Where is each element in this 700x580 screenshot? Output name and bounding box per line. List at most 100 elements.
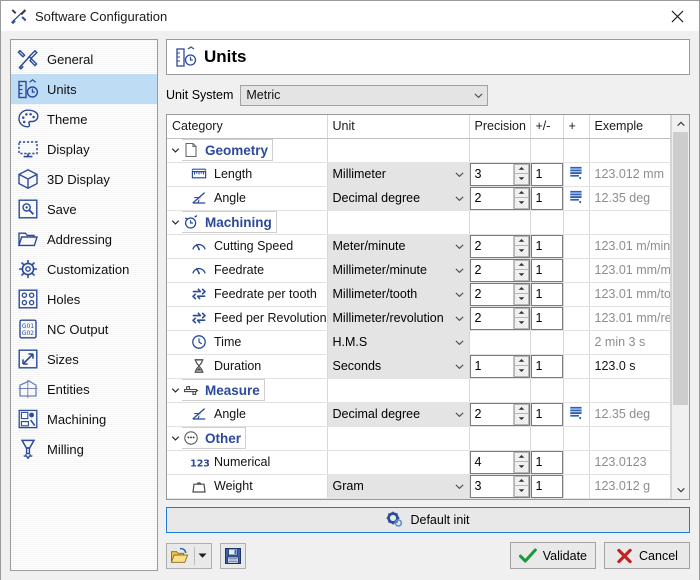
plus-lines-icon[interactable] — [568, 164, 585, 184]
plusminus-field[interactable]: 1 — [531, 475, 563, 498]
plusminus-field[interactable]: 1 — [531, 403, 563, 426]
default-init-button[interactable]: Default init — [166, 507, 690, 533]
col-header-category[interactable]: Category — [167, 115, 327, 138]
unit-select[interactable]: Meter/minute — [328, 235, 469, 258]
table-row[interactable]: 123Numerical41123.0123 — [167, 450, 671, 474]
sidebar-item-machining[interactable]: Machining — [11, 404, 157, 434]
precision-stepper[interactable]: 3 — [470, 163, 530, 186]
col-header-exemple[interactable]: Exemple — [589, 115, 671, 138]
unit-cell[interactable]: Decimal degree — [327, 402, 469, 426]
group-category-cell[interactable]: Machining — [167, 210, 327, 234]
sidebar-item-units[interactable]: Units — [11, 74, 157, 104]
table-row[interactable]: FeedrateMillimeter/minute21123.01 mm/min — [167, 258, 671, 282]
sidebar-item-customization[interactable]: Customization — [11, 254, 157, 284]
expand-collapse-toggle[interactable] — [169, 432, 182, 445]
plusminus-cell[interactable]: 1 — [530, 234, 563, 258]
precision-stepper[interactable]: 2 — [470, 235, 530, 258]
group-category-cell[interactable]: Geometry — [167, 138, 327, 162]
stepper-buttons[interactable] — [513, 308, 529, 329]
expand-collapse-toggle[interactable] — [169, 144, 182, 157]
table-row[interactable]: AngleDecimal degree2112.35 deg — [167, 402, 671, 426]
precision-cell[interactable]: 1 — [469, 354, 530, 378]
plusminus-cell[interactable]: 1 — [530, 474, 563, 498]
sidebar-item-sizes[interactable]: Sizes — [11, 344, 157, 374]
unit-select[interactable]: Millimeter/tooth — [328, 283, 469, 306]
stepper-up-button[interactable] — [514, 236, 529, 247]
stepper-buttons[interactable] — [513, 188, 529, 209]
sidebar-item-display[interactable]: Display — [11, 134, 157, 164]
col-header-precision[interactable]: Precision — [469, 115, 530, 138]
precision-cell[interactable]: 2 — [469, 186, 530, 210]
table-row[interactable]: WeightGram31123.012 g — [167, 474, 671, 498]
table-row[interactable]: Feedrate per toothMillimeter/tooth21123.… — [167, 282, 671, 306]
table-row[interactable]: TimeH.M.S2 min 3 s — [167, 330, 671, 354]
precision-cell[interactable]: 2 — [469, 306, 530, 330]
precision-stepper[interactable]: 3 — [470, 475, 530, 498]
precision-value[interactable]: 1 — [471, 356, 513, 377]
stepper-up-button[interactable] — [514, 308, 529, 319]
unit-cell[interactable]: Millimeter/minute — [327, 258, 469, 282]
cancel-button[interactable]: Cancel — [604, 542, 690, 569]
unit-cell[interactable]: H.M.S — [327, 330, 469, 354]
table-row[interactable]: Feed per RevolutionMillimeter/revolution… — [167, 306, 671, 330]
plus-cell[interactable] — [563, 402, 589, 426]
plusminus-cell[interactable]: 1 — [530, 282, 563, 306]
plusminus-field[interactable]: 1 — [531, 259, 563, 282]
group-category-cell[interactable]: Measure — [167, 378, 327, 402]
sidebar-item-entities[interactable]: Entities — [11, 374, 157, 404]
precision-cell[interactable]: 2 — [469, 282, 530, 306]
plusminus-cell[interactable]: 1 — [530, 306, 563, 330]
unit-cell[interactable]: Meter/minute — [327, 234, 469, 258]
table-row[interactable]: AngleDecimal degree2112.35 deg — [167, 186, 671, 210]
table-row[interactable]: LengthMillimeter31123.012 mm — [167, 162, 671, 186]
stepper-up-button[interactable] — [514, 260, 529, 271]
precision-value[interactable]: 2 — [471, 308, 513, 329]
stepper-down-button[interactable] — [514, 270, 529, 281]
stepper-up-button[interactable] — [514, 284, 529, 295]
stepper-down-button[interactable] — [514, 414, 529, 425]
expand-collapse-toggle[interactable] — [169, 384, 182, 397]
unit-cell[interactable]: Millimeter/revolution — [327, 306, 469, 330]
plus-lines-icon[interactable] — [568, 188, 585, 208]
open-button[interactable] — [166, 543, 212, 569]
precision-cell[interactable]: 2 — [469, 234, 530, 258]
stepper-down-button[interactable] — [514, 294, 529, 305]
precision-stepper[interactable]: 2 — [470, 259, 530, 282]
scroll-down-button[interactable] — [672, 482, 689, 499]
vertical-scrollbar[interactable] — [671, 115, 689, 499]
plusminus-field[interactable]: 1 — [531, 187, 563, 210]
unit-cell[interactable]: Seconds — [327, 354, 469, 378]
validate-button[interactable]: Validate — [510, 542, 596, 569]
expand-collapse-toggle[interactable] — [169, 216, 182, 229]
plusminus-cell[interactable]: 1 — [530, 402, 563, 426]
sidebar-item-addressing[interactable]: Addressing — [11, 224, 157, 254]
plusminus-field[interactable]: 1 — [531, 283, 563, 306]
sidebar-item-theme[interactable]: Theme — [11, 104, 157, 134]
stepper-down-button[interactable] — [514, 198, 529, 209]
unit-select[interactable]: Decimal degree — [328, 187, 469, 210]
precision-cell[interactable]: 3 — [469, 474, 530, 498]
unit-cell[interactable]: Millimeter — [327, 162, 469, 186]
plusminus-cell[interactable]: 1 — [530, 258, 563, 282]
plusminus-field[interactable]: 1 — [531, 307, 563, 330]
precision-value[interactable]: 3 — [471, 476, 513, 497]
stepper-buttons[interactable] — [513, 356, 529, 377]
unit-cell[interactable]: Decimal degree — [327, 186, 469, 210]
sidebar-item-3d-display[interactable]: 3D Display — [11, 164, 157, 194]
scrollbar-track[interactable] — [672, 132, 689, 482]
col-header-plusminus[interactable]: +/- — [530, 115, 563, 138]
save-button[interactable] — [220, 543, 246, 569]
precision-cell[interactable]: 2 — [469, 258, 530, 282]
plusminus-cell[interactable]: 1 — [530, 450, 563, 474]
settings-sidebar[interactable]: GeneralUnitsThemeDisplay3D DisplaySaveAd… — [10, 39, 158, 571]
stepper-down-button[interactable] — [514, 366, 529, 377]
unit-select[interactable]: Gram — [328, 475, 469, 498]
unit-system-select[interactable]: Metric — [240, 85, 488, 106]
unit-select[interactable]: H.M.S — [328, 331, 469, 354]
precision-stepper[interactable]: 1 — [470, 355, 530, 378]
precision-stepper[interactable]: 2 — [470, 283, 530, 306]
unit-select[interactable]: Millimeter/minute — [328, 259, 469, 282]
unit-select[interactable]: Decimal degree — [328, 403, 469, 426]
stepper-up-button[interactable] — [514, 404, 529, 415]
plus-cell[interactable] — [563, 162, 589, 186]
